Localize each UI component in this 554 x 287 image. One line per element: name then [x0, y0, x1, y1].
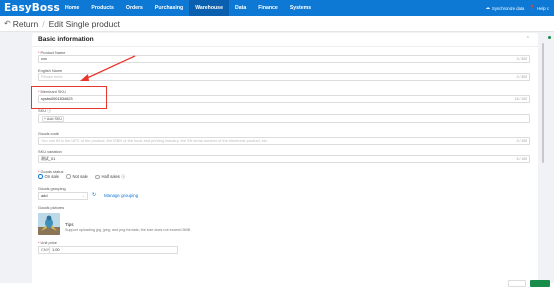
annotation-arrow	[80, 55, 136, 81]
